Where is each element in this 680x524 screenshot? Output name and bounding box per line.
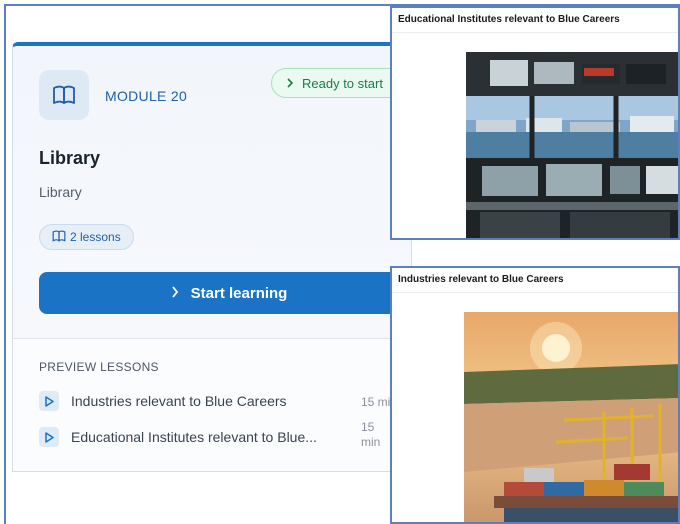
module-title: Library — [39, 148, 101, 168]
play-icon — [39, 391, 59, 411]
preview-lessons-heading: PREVIEW LESSONS — [39, 360, 159, 374]
lesson-item[interactable]: Educational Institutes relevant to Blue.… — [39, 420, 411, 452]
module-card: MODULE 20 Ready to start Library Library… — [12, 42, 412, 472]
divider — [392, 32, 678, 33]
lesson-preview-panel: Educational Institutes relevant to Blue … — [390, 6, 680, 240]
book-icon — [52, 229, 66, 245]
book-icon — [39, 70, 89, 120]
panel-title: Industries relevant to Blue Careers — [398, 274, 564, 285]
panel-title: Educational Institutes relevant to Blue … — [398, 14, 620, 25]
chevron-right-icon — [286, 76, 294, 91]
lesson-duration: 15 min — [361, 420, 381, 449]
module-number: MODULE 20 — [105, 88, 188, 104]
start-learning-label: Start learning — [190, 284, 288, 302]
start-learning-button[interactable]: Start learning — [39, 272, 411, 314]
status-label: Ready to start — [302, 75, 383, 91]
ship-bridge-image — [466, 52, 678, 238]
lessons-count-badge: 2 lessons — [39, 224, 134, 250]
lesson-preview-panel: Industries relevant to Blue Careers — [390, 266, 680, 524]
module-subtitle: Library — [39, 184, 82, 200]
divider — [392, 292, 678, 293]
lesson-duration: 15 mi — [361, 395, 391, 409]
divider — [13, 338, 411, 339]
chevron-right-icon — [171, 285, 179, 302]
lessons-count-label: 2 lessons — [70, 230, 121, 244]
lesson-item[interactable]: Industries relevant to Blue Careers 15 m… — [39, 386, 411, 416]
lesson-title: Industries relevant to Blue Careers — [71, 393, 287, 409]
container-port-image — [464, 312, 678, 522]
play-icon — [39, 427, 59, 447]
lesson-title: Educational Institutes relevant to Blue.… — [71, 429, 317, 445]
